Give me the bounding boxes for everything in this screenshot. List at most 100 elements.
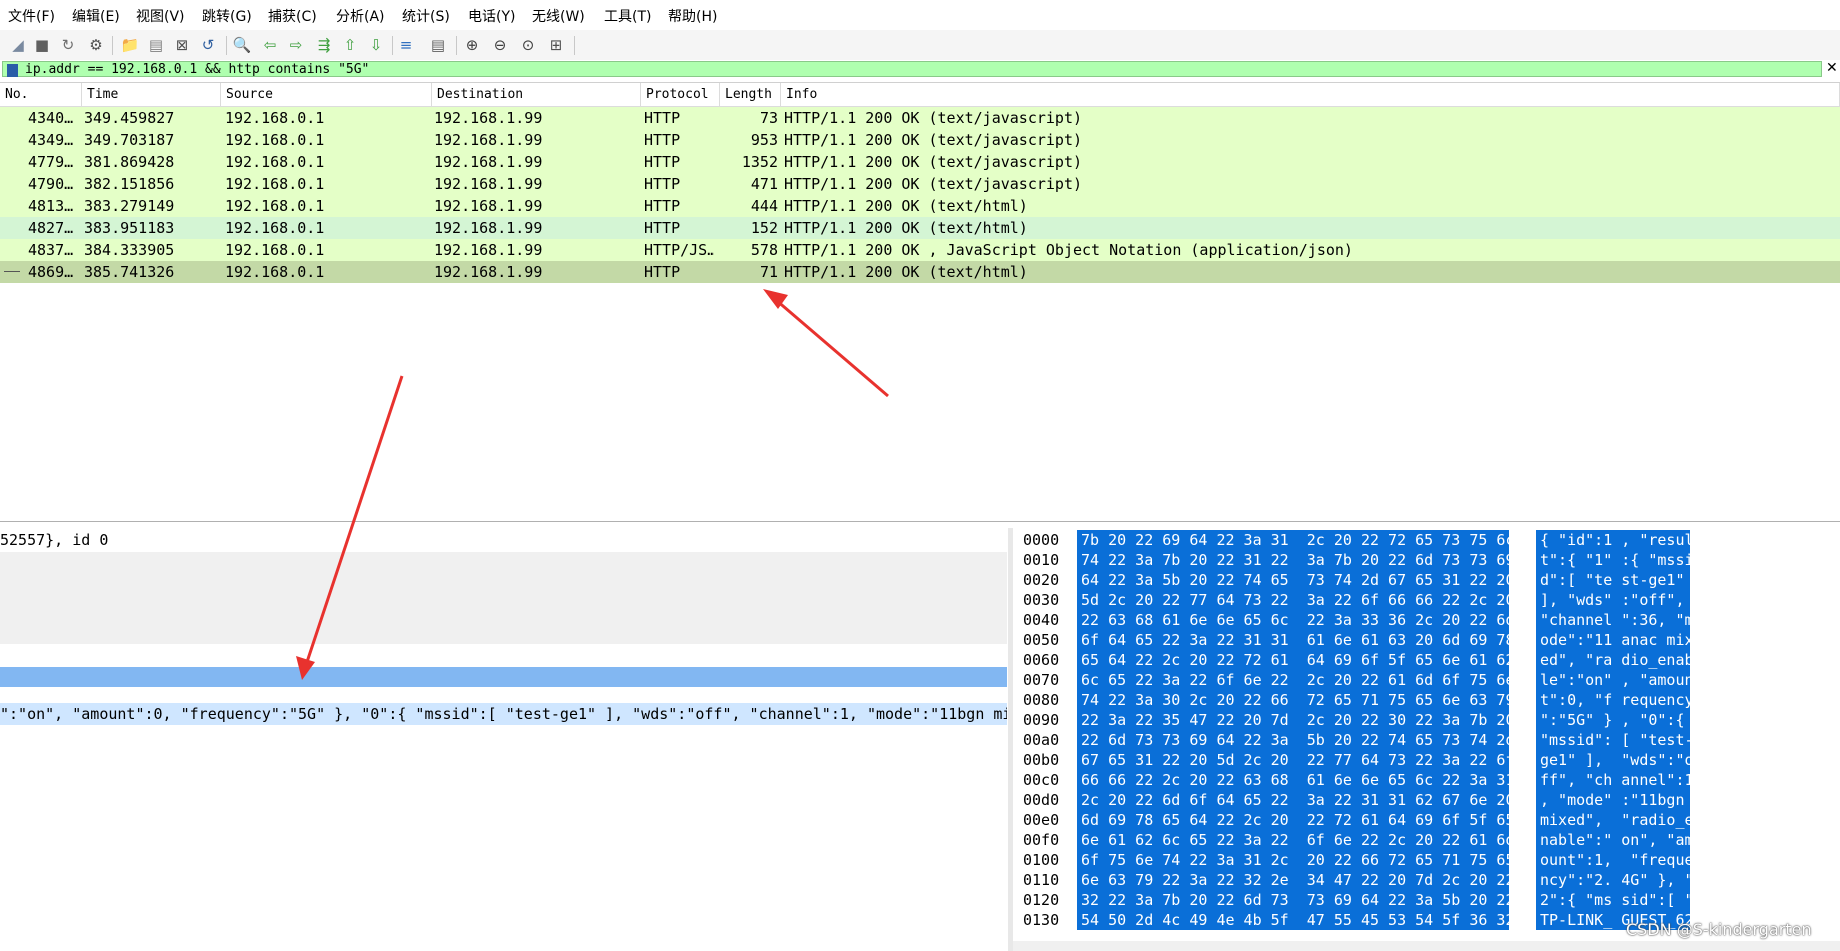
byte-ascii[interactable]: ff", "ch annel":1 <box>1536 770 1690 790</box>
byte-hex[interactable]: 64 22 3a 5b 20 22 74 65 73 74 2d 67 65 3… <box>1077 570 1509 590</box>
column-header-info[interactable]: Info <box>781 83 1840 106</box>
byte-hex[interactable]: 6d 69 78 65 64 22 2c 20 22 72 61 64 69 6… <box>1077 810 1509 830</box>
byte-ascii[interactable]: t":{ "1" :{ "mssi <box>1536 550 1690 570</box>
find-icon[interactable]: 🔍 <box>232 35 252 55</box>
column-header-protocol[interactable]: Protocol <box>641 83 720 106</box>
packet-row[interactable]: 4837… 384.333905 192.168.0.1 192.168.1.99 HT… <box>0 239 1840 261</box>
menu-item-0[interactable]: 文件(F) <box>8 6 55 26</box>
zoom-normal-icon[interactable]: ⊙ <box>518 35 538 55</box>
go-first-icon[interactable]: ⇧ <box>340 35 360 55</box>
menu-item-10[interactable]: 帮助(H) <box>668 6 717 26</box>
column-header-source[interactable]: Source <box>221 83 432 106</box>
byte-ascii[interactable]: ount":1, "freque <box>1536 850 1690 870</box>
column-header-length[interactable]: Length <box>720 83 781 106</box>
byte-hex[interactable]: 5d 2c 20 22 77 64 73 22 3a 22 6f 66 66 2… <box>1077 590 1509 610</box>
byte-hex[interactable]: 74 22 3a 7b 20 22 31 22 3a 7b 20 22 6d 7… <box>1077 550 1509 570</box>
packet-row[interactable]: 4790… 382.151856 192.168.0.1 192.168.1.99 HT… <box>0 173 1840 195</box>
byte-hex[interactable]: 2c 20 22 6d 6f 64 65 22 3a 22 31 31 62 6… <box>1077 790 1509 810</box>
clear-filter-icon[interactable]: ✕ <box>1826 60 1838 76</box>
byte-ascii[interactable]: ":"5G" } , "0":{ <box>1536 710 1690 730</box>
byte-ascii[interactable]: ge1" ], "wds":"o <box>1536 750 1690 770</box>
column-header-time[interactable]: Time <box>82 83 221 106</box>
byte-hex[interactable]: 6c 65 22 3a 22 6f 6e 22 2c 20 22 61 6d 6… <box>1077 670 1509 690</box>
byte-ascii[interactable]: 2":{ "ms sid":[ " <box>1536 890 1690 910</box>
packet-list[interactable]: No. Time Source Destination Protocol Length In… <box>0 82 1840 522</box>
resize-columns-icon[interactable]: ⊞ <box>546 35 566 55</box>
byte-ascii[interactable]: mixed", "radio_e <box>1536 810 1690 830</box>
close-file-icon[interactable]: ⊠ <box>172 35 192 55</box>
go-back-icon[interactable]: ⇦ <box>260 35 280 55</box>
byte-hex[interactable]: 22 63 68 61 6e 6e 65 6c 22 3a 33 36 2c 2… <box>1077 610 1509 630</box>
packet-row[interactable]: 4869… 385.741326 192.168.0.1 192.168.1.99 HT… <box>0 261 1840 283</box>
go-forward-icon[interactable]: ⇨ <box>286 35 306 55</box>
byte-hex[interactable]: 6e 63 79 22 3a 22 32 2e 34 47 22 20 7d 2… <box>1077 870 1509 890</box>
byte-hex[interactable]: 32 22 3a 7b 20 22 6d 73 73 69 64 22 3a 5… <box>1077 890 1509 910</box>
capture-options-icon[interactable]: ⚙ <box>86 35 106 55</box>
byte-hex[interactable]: 6e 61 62 6c 65 22 3a 22 6f 6e 22 2c 20 2… <box>1077 830 1509 850</box>
menu-item-1[interactable]: 编辑(E) <box>72 6 120 26</box>
display-filter-input[interactable]: ip.addr == 192.168.0.1 && http contains … <box>2 61 1822 77</box>
packet-details-pane[interactable]: 52557}, id 0 ":"on", "amount":0, "freque… <box>0 528 1007 951</box>
filter-text[interactable]: ip.addr == 192.168.0.1 && http contains … <box>25 62 369 77</box>
byte-hex[interactable]: 22 6d 73 73 69 64 22 3a 5b 20 22 74 65 7… <box>1077 730 1509 750</box>
packet-cell-proto: HTTP <box>644 197 681 215</box>
autoscroll-icon[interactable]: ≡ <box>396 35 416 55</box>
zoom-out-icon[interactable]: ⊖ <box>490 35 510 55</box>
detail-row[interactable]: 52557}, id 0 <box>0 529 1007 551</box>
detail-row[interactable] <box>0 644 1007 668</box>
menu-item-6[interactable]: 统计(S) <box>402 6 450 26</box>
menu-item-8[interactable]: 无线(W) <box>532 6 585 26</box>
menu-item-7[interactable]: 电话(Y) <box>468 6 515 26</box>
byte-ascii[interactable]: , "mode" :"11bgn <box>1536 790 1690 810</box>
byte-hex[interactable]: 6f 64 65 22 3a 22 31 31 61 6e 61 63 20 6… <box>1077 630 1509 650</box>
open-folder-icon[interactable]: 📁 <box>120 35 140 55</box>
filter-bookmark-icon[interactable] <box>7 64 18 77</box>
restart-icon[interactable]: ↻ <box>58 35 78 55</box>
packet-row[interactable]: 4827… 383.951183 192.168.0.1 192.168.1.99 HT… <box>0 217 1840 239</box>
byte-hex[interactable]: 67 65 31 22 20 5d 2c 20 22 77 64 73 22 3… <box>1077 750 1509 770</box>
detail-row-selected[interactable]: ":"on", "amount":0, "frequency":"5G" }, … <box>0 703 1007 725</box>
byte-ascii[interactable]: { "id":1 , "resul <box>1536 530 1690 550</box>
go-last-icon[interactable]: ⇩ <box>366 35 386 55</box>
byte-hex[interactable]: 22 3a 22 35 47 22 20 7d 2c 20 22 30 22 3… <box>1077 710 1509 730</box>
detail-row[interactable] <box>0 687 1007 703</box>
shark-fin-start-icon[interactable]: ◢ <box>8 35 28 55</box>
save-file-icon[interactable]: ▤ <box>146 35 166 55</box>
packet-row[interactable]: 4779… 381.869428 192.168.0.1 192.168.1.99 HT… <box>0 151 1840 173</box>
byte-ascii[interactable]: le":"on" , "amoun <box>1536 670 1690 690</box>
packet-row[interactable]: 4340… 349.459827 192.168.0.1 192.168.1.99 HT… <box>0 107 1840 129</box>
byte-ascii[interactable]: ncy":"2. 4G" }, " <box>1536 870 1690 890</box>
byte-offset: 0040 <box>1023 611 1060 629</box>
menu-item-5[interactable]: 分析(A) <box>336 6 385 26</box>
detail-row[interactable] <box>0 620 1007 644</box>
detail-row-selected-parent[interactable] <box>0 667 1007 687</box>
stop-icon[interactable]: ■ <box>32 35 52 55</box>
byte-ascii[interactable]: ed", "ra dio_enab <box>1536 650 1690 670</box>
packet-row[interactable]: 4349… 349.703187 192.168.0.1 192.168.1.99 HT… <box>0 129 1840 151</box>
byte-ascii[interactable]: d":[ "te st-ge1" <box>1536 570 1690 590</box>
byte-ascii[interactable]: ], "wds" :"off", <box>1536 590 1690 610</box>
byte-hex[interactable]: 65 64 22 2c 20 22 72 61 64 69 6f 5f 65 6… <box>1077 650 1509 670</box>
reload-icon[interactable]: ↺ <box>198 35 218 55</box>
byte-ascii[interactable]: ode":"11 anac mix <box>1536 630 1690 650</box>
byte-ascii[interactable]: "channel ":36, "m <box>1536 610 1690 630</box>
packet-bytes-pane[interactable]: 0000 7b 20 22 69 64 22 3a 31 2c 20 22 72 … <box>1013 528 1840 951</box>
byte-hex[interactable]: 74 22 3a 30 2c 20 22 66 72 65 71 75 65 6… <box>1077 690 1509 710</box>
byte-hex[interactable]: 7b 20 22 69 64 22 3a 31 2c 20 22 72 65 7… <box>1077 530 1509 550</box>
menu-item-9[interactable]: 工具(T) <box>604 6 651 26</box>
packet-row[interactable]: 4813… 383.279149 192.168.0.1 192.168.1.99 HT… <box>0 195 1840 217</box>
zoom-in-icon[interactable]: ⊕ <box>462 35 482 55</box>
column-header-no[interactable]: No. <box>0 83 82 106</box>
menu-item-2[interactable]: 视图(V) <box>136 6 185 26</box>
column-header-destination[interactable]: Destination <box>432 83 641 106</box>
colorize-icon[interactable]: ▤ <box>428 35 448 55</box>
byte-ascii[interactable]: t":0, "f requency <box>1536 690 1690 710</box>
byte-hex[interactable]: 66 66 22 2c 20 22 63 68 61 6e 6e 65 6c 2… <box>1077 770 1509 790</box>
byte-hex[interactable]: 54 50 2d 4c 49 4e 4b 5f 47 55 45 53 54 5… <box>1077 910 1509 930</box>
byte-ascii[interactable]: nable":" on", "am <box>1536 830 1690 850</box>
menu-item-4[interactable]: 捕获(C) <box>268 6 317 26</box>
menu-item-3[interactable]: 跳转(G) <box>202 6 252 26</box>
byte-ascii[interactable]: "mssid": [ "test- <box>1536 730 1690 750</box>
go-to-packet-icon[interactable]: ⇶ <box>314 35 334 55</box>
byte-hex[interactable]: 6f 75 6e 74 22 3a 31 2c 20 22 66 72 65 7… <box>1077 850 1509 870</box>
